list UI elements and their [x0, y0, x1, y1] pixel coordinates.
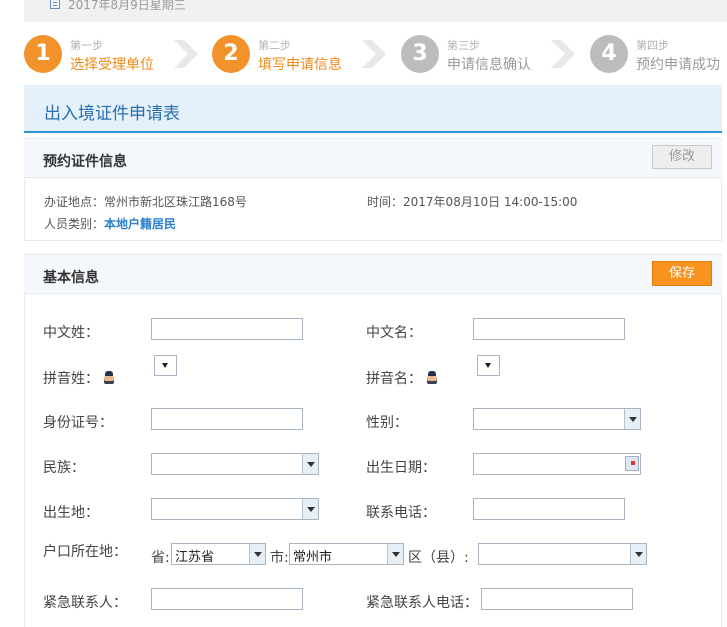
chevron-down-icon: [387, 544, 403, 564]
id-number-label: 身份证号：: [43, 415, 113, 431]
phone-label: 联系电话：: [366, 505, 436, 521]
step-1-caption: 第一步: [70, 39, 103, 52]
city-value: 常州市: [293, 550, 333, 565]
chevron-down-icon: [302, 454, 318, 474]
district-select[interactable]: [478, 543, 647, 565]
pinyin-surname-label: 拼音姓：: [43, 368, 116, 388]
pinyin-surname-select[interactable]: [154, 355, 177, 376]
category-row: 人员类别：本地户籍居民: [44, 215, 176, 232]
pinyin-given-select[interactable]: [477, 355, 500, 376]
city-select[interactable]: 常州市: [289, 543, 404, 565]
step-2-caption: 第二步: [258, 39, 291, 52]
step-4-title: 预约申请成功: [636, 57, 720, 73]
avatar-icon: [425, 371, 439, 384]
chevron-down-icon: [624, 409, 640, 429]
birth-date-label: 出生日期：: [366, 460, 436, 476]
reservation-info: 办证地点：常州市新北区珠江路168号 时间：2017年08月10日 14:00-…: [24, 179, 722, 241]
given-name-label: 中文名：: [366, 325, 422, 341]
step-2-number: 2: [212, 35, 250, 73]
province-select[interactable]: 江苏省: [171, 543, 266, 565]
emergency-contact-input[interactable]: [151, 588, 303, 610]
phone-input[interactable]: [473, 498, 625, 520]
time-row: 时间：2017年08月10日 14:00-15:00: [367, 193, 577, 210]
save-button[interactable]: 保存: [652, 261, 712, 286]
location-row: 办证地点：常州市新北区珠江路168号: [44, 193, 247, 210]
location-value: 常州市新北区珠江路168号: [104, 195, 247, 209]
basic-heading: 基本信息: [43, 270, 99, 286]
progress-steps: 1 第一步 选择受理单位 2 第二步 填写申请信息 3 第三步 申请信息确认 4…: [24, 34, 727, 76]
province-value: 江苏省: [175, 550, 215, 565]
emergency-phone-label: 紧急联系人电话：: [366, 595, 478, 611]
date-bar: 2017年8月9日星期三: [24, 0, 727, 22]
location-label: 办证地点：: [44, 195, 105, 209]
step-1-number: 1: [24, 35, 62, 73]
gender-label: 性别：: [366, 415, 408, 431]
reservation-section-header: 预约证件信息 修改: [24, 138, 722, 178]
date-picker-icon[interactable]: [625, 456, 639, 471]
edit-button[interactable]: 修改: [652, 145, 712, 169]
time-label: 时间：: [367, 195, 404, 209]
current-date: 2017年8月9日星期三: [68, 0, 186, 12]
calendar-icon: [50, 0, 60, 9]
step-1-title: 选择受理单位: [70, 57, 154, 73]
step-2-title: 填写申请信息: [258, 57, 342, 73]
step-3-caption: 第三步: [447, 39, 480, 52]
ethnicity-label: 民族：: [43, 460, 85, 476]
step-3-title: 申请信息确认: [447, 57, 531, 73]
birth-date-input[interactable]: [473, 453, 641, 475]
basic-section-header: 基本信息 保存: [24, 254, 722, 294]
time-value: 2017年08月10日 14:00-15:00: [403, 195, 578, 209]
avatar-icon: [102, 371, 116, 384]
pinyin-given-label-text: 拼音名：: [366, 371, 422, 387]
given-name-input[interactable]: [473, 318, 625, 340]
birthplace-label: 出生地：: [43, 505, 99, 521]
category-value: 本地户籍居民: [104, 217, 177, 231]
chevron-down-icon: [302, 499, 318, 519]
surname-label: 中文姓：: [43, 325, 99, 341]
chevron-right-icon: [174, 40, 198, 68]
chevron-down-icon: [630, 544, 646, 564]
pinyin-surname-label-text: 拼音姓：: [43, 371, 99, 387]
pinyin-given-label: 拼音名：: [366, 368, 439, 388]
step-3-number: 3: [401, 35, 439, 73]
surname-input[interactable]: [151, 318, 303, 340]
birthplace-select[interactable]: [151, 498, 319, 520]
chevron-right-icon: [362, 40, 386, 68]
emergency-contact-label: 紧急联系人：: [43, 595, 127, 611]
step-4-caption: 第四步: [636, 39, 669, 52]
gender-select[interactable]: [473, 408, 641, 430]
emergency-phone-input[interactable]: [481, 588, 633, 610]
hukou-label: 户口所在地：: [43, 544, 127, 560]
step-4-number: 4: [590, 35, 628, 73]
city-label: 市:: [270, 550, 289, 566]
category-label: 人员类别：: [44, 217, 105, 231]
chevron-right-icon: [551, 40, 575, 68]
form-title-bar: 出入境证件申请表: [24, 85, 722, 133]
id-number-input[interactable]: [151, 408, 303, 430]
district-label: 区（县）:: [408, 550, 469, 566]
province-label: 省:: [151, 550, 170, 566]
chevron-down-icon: [249, 544, 265, 564]
form-title: 出入境证件申请表: [44, 104, 180, 124]
ethnicity-select[interactable]: [151, 453, 319, 475]
reservation-heading: 预约证件信息: [43, 154, 127, 170]
